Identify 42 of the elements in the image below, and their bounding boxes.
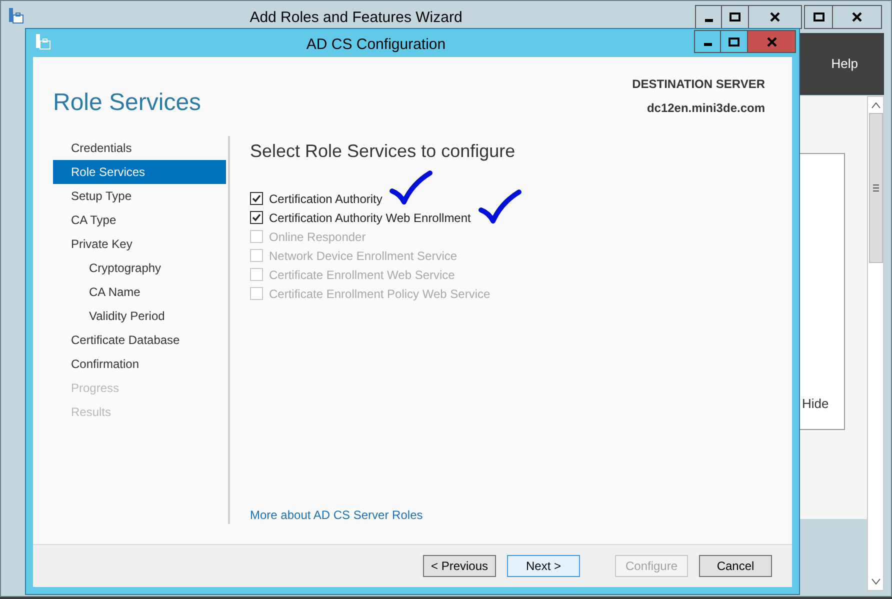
checkbox[interactable]	[250, 192, 263, 205]
destination-label: DESTINATION SERVER	[632, 76, 765, 93]
step-item[interactable]: Certificate Database	[53, 328, 226, 352]
checkbox-label: Certificate Enrollment Web Service	[269, 266, 455, 284]
step-item[interactable]: CA Type	[53, 208, 226, 232]
close-icon	[851, 12, 863, 22]
step-item[interactable]: Setup Type	[53, 184, 226, 208]
step-item[interactable]: Confirmation	[53, 352, 226, 376]
checkbox-label: Certification Authority Web Enrollment	[269, 210, 471, 226]
app-icon	[34, 33, 52, 51]
checkbox-label: Network Device Enrollment Service	[269, 248, 458, 264]
maximize-icon	[812, 12, 824, 22]
server-name: dc12en.mini3de.com	[646, 100, 765, 117]
step-item[interactable]: Validity Period	[53, 304, 226, 328]
checkbox[interactable]	[250, 211, 263, 224]
window-title: Add Roles and Features Wizard	[248, 8, 464, 28]
close-icon	[769, 12, 781, 22]
step-item[interactable]: Credentials	[53, 136, 226, 160]
scroll-thumb[interactable]	[868, 113, 882, 263]
close-icon	[766, 36, 778, 46]
step-item[interactable]: CA Name	[53, 280, 226, 304]
checkbox-label: Certification Authority	[269, 190, 382, 208]
minimize-icon	[704, 43, 712, 46]
hide-link[interactable]: Hide	[802, 394, 829, 414]
step-item[interactable]: Cryptography	[53, 256, 226, 280]
maximize-icon	[729, 12, 741, 22]
dialog-button[interactable]: Cancel	[699, 555, 772, 577]
page-title: Role Services	[53, 88, 202, 118]
checkbox-label: Certificate Enrollment Policy Web Service	[269, 286, 490, 302]
maximize-icon	[728, 36, 740, 46]
menu-item[interactable]: Help	[831, 54, 858, 74]
minimize-icon	[704, 18, 712, 22]
dialog-button[interactable]: < Previous	[423, 555, 496, 577]
section-heading: Select Role Services to configure	[250, 140, 516, 163]
checkbox-label: Online Responder	[269, 228, 366, 246]
dialog-title: AD CS Configuration	[305, 35, 447, 55]
help-link[interactable]: More about AD CS Server Roles	[250, 506, 423, 524]
scrollbar[interactable]	[867, 96, 884, 591]
step-item[interactable]: Role Services	[53, 160, 226, 184]
dialog-button[interactable]: Next >	[507, 555, 580, 577]
app-icon	[7, 7, 25, 25]
step-item[interactable]: Private Key	[53, 232, 226, 256]
